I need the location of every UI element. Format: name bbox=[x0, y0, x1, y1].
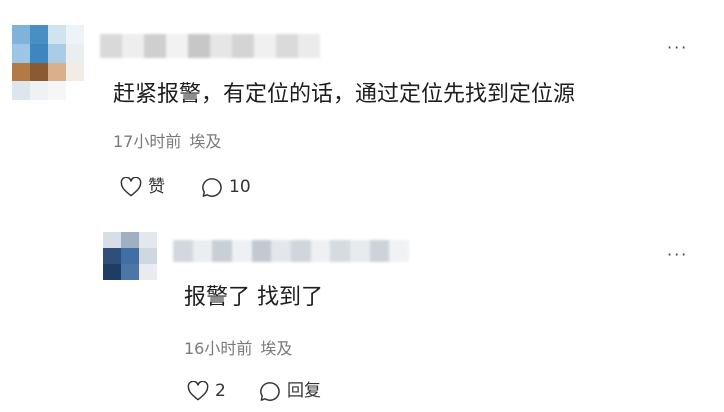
mosaic-cell bbox=[12, 43, 30, 63]
mosaic-cell bbox=[192, 240, 213, 262]
mosaic-cell bbox=[66, 25, 84, 44]
reply-button-label: 回复 bbox=[287, 381, 321, 401]
commenter-avatar[interactable] bbox=[12, 25, 84, 100]
replier-avatar[interactable] bbox=[103, 232, 157, 280]
mosaic-cell bbox=[276, 34, 298, 58]
mosaic-cell bbox=[298, 34, 320, 58]
mosaic-cell bbox=[291, 240, 311, 262]
mosaic-cell bbox=[103, 248, 121, 264]
mosaic-cell bbox=[100, 34, 122, 58]
comment-like-button[interactable]: 赞 bbox=[120, 177, 165, 197]
comment-meta: 17小时前 埃及 bbox=[113, 134, 221, 150]
mosaic-cell bbox=[103, 232, 121, 248]
mosaic-cell bbox=[188, 34, 210, 58]
comment-reply-count: 10 bbox=[229, 177, 251, 197]
comment-like-label: 赞 bbox=[148, 176, 165, 197]
mosaic-cell bbox=[173, 240, 193, 262]
mosaic-cell bbox=[330, 240, 351, 262]
mosaic-cell bbox=[254, 34, 276, 58]
mosaic-cell bbox=[139, 232, 157, 248]
mosaic-cell bbox=[121, 264, 139, 280]
mosaic-cell bbox=[310, 240, 331, 262]
comment-bubble-icon bbox=[202, 178, 222, 197]
heart-icon bbox=[187, 381, 209, 401]
mosaic-cell bbox=[12, 25, 30, 44]
mosaic-cell bbox=[251, 240, 272, 262]
mosaic-cell bbox=[232, 34, 254, 58]
mosaic-cell bbox=[48, 43, 66, 63]
reply-meta: 16小时前 埃及 bbox=[184, 341, 292, 357]
mosaic-cell bbox=[30, 62, 48, 82]
mosaic-cell bbox=[12, 81, 30, 100]
mosaic-cell bbox=[66, 81, 84, 100]
comment-text: 赶紧报警，有定位的话，通过定位先找到定位源 bbox=[113, 82, 576, 107]
heart-icon bbox=[120, 177, 142, 197]
reply-like-button[interactable]: 2 bbox=[187, 381, 226, 401]
replier-name-blurred[interactable] bbox=[173, 240, 410, 262]
mosaic-cell bbox=[232, 240, 252, 262]
mosaic-cell bbox=[350, 240, 370, 262]
mosaic-cell bbox=[271, 240, 292, 262]
mosaic-cell bbox=[144, 34, 166, 58]
mosaic-cell bbox=[48, 81, 66, 100]
reply-time: 16小时前 bbox=[184, 339, 253, 358]
mosaic-cell bbox=[139, 248, 157, 264]
mosaic-cell bbox=[30, 43, 48, 63]
mosaic-cell bbox=[212, 240, 233, 262]
mosaic-cell bbox=[210, 34, 232, 58]
commenter-name-blurred[interactable] bbox=[100, 34, 320, 58]
mosaic-cell bbox=[66, 62, 84, 82]
mosaic-cell bbox=[121, 232, 139, 248]
mosaic-cell bbox=[30, 81, 48, 100]
comment-more-icon[interactable]: ··· bbox=[667, 40, 688, 56]
mosaic-cell bbox=[139, 264, 157, 280]
mosaic-cell bbox=[166, 34, 188, 58]
reply-more-icon[interactable]: ··· bbox=[667, 247, 688, 263]
mosaic-cell bbox=[121, 248, 139, 264]
reply-text: 报警了 找到了 bbox=[184, 285, 323, 310]
mosaic-cell bbox=[48, 62, 66, 82]
mosaic-cell bbox=[30, 25, 48, 44]
reply-location: 埃及 bbox=[260, 339, 293, 358]
comment-reply-button[interactable]: 10 bbox=[201, 177, 251, 198]
mosaic-cell bbox=[48, 25, 66, 44]
comment-bubble-icon bbox=[260, 382, 280, 401]
reply-like-count: 2 bbox=[215, 380, 226, 401]
mosaic-cell bbox=[389, 240, 410, 262]
mosaic-cell bbox=[103, 264, 121, 280]
mosaic-cell bbox=[66, 43, 84, 63]
comment-time: 17小时前 bbox=[113, 132, 182, 151]
mosaic-cell bbox=[12, 62, 30, 82]
mosaic-cell bbox=[369, 240, 390, 262]
mosaic-cell bbox=[122, 34, 144, 58]
reply-button[interactable]: 回复 bbox=[259, 381, 321, 402]
comment-location: 埃及 bbox=[189, 132, 222, 151]
